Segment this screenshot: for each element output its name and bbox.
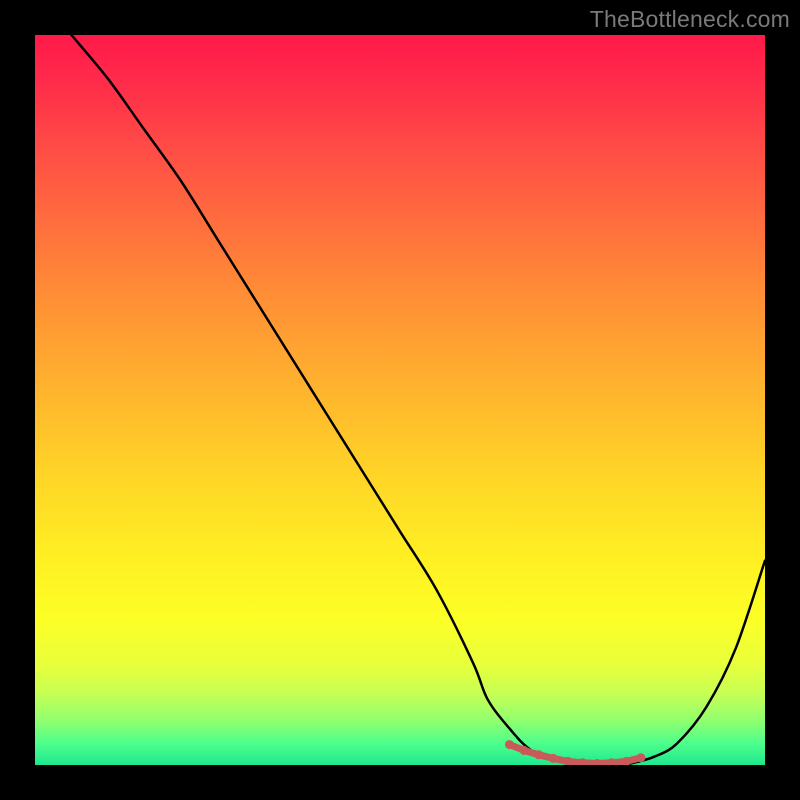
watermark-text: TheBottleneck.com: [590, 6, 790, 33]
chart-container: TheBottleneck.com: [0, 0, 800, 800]
optimal-range-markers: [505, 740, 645, 765]
chart-svg: [35, 35, 765, 765]
bottleneck-curve-line: [72, 35, 766, 765]
plot-area: [35, 35, 765, 765]
